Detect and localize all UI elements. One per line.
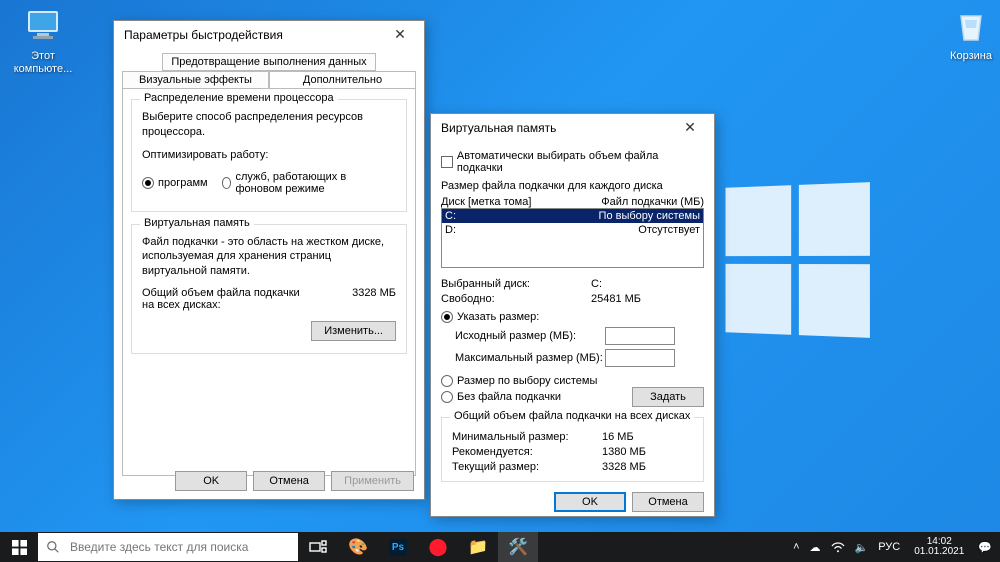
cpu-description: Выберите способ распределения ресурсов п… — [142, 110, 396, 140]
initial-size-input[interactable] — [605, 327, 675, 345]
group-legend: Виртуальная память — [140, 217, 254, 229]
windows-icon — [12, 540, 27, 555]
radio-background-services[interactable]: служб, работающих в фоновом режиме — [222, 171, 396, 195]
close-button[interactable]: ✕ — [380, 23, 420, 47]
selected-disk: C: — [591, 278, 602, 290]
close-button[interactable]: ✕ — [670, 116, 710, 140]
radio-system-managed[interactable]: Размер по выбору системы — [441, 375, 632, 387]
col-disk: Диск [метка тома] — [441, 196, 601, 208]
radio-programs[interactable]: программ — [142, 177, 208, 189]
titlebar[interactable]: Виртуальная память ✕ — [431, 114, 714, 142]
start-button[interactable] — [0, 532, 38, 562]
drive-list[interactable]: C: По выбору системы D: Отсутствует — [441, 208, 704, 268]
tray-volume-icon[interactable]: 🔈 — [855, 541, 869, 554]
vm-total-label: Общий объем файла подкачки на всех диска… — [142, 287, 312, 311]
system-tray: ˄ ☁ 🔈 РУС 14:02 01.01.2021 💬 — [785, 537, 1000, 558]
desktop-icon-label: Корзина — [934, 50, 1000, 63]
tray-chevron-up-icon[interactable]: ˄ — [793, 541, 799, 553]
cancel-button[interactable]: Отмена — [632, 492, 704, 512]
tray-language[interactable]: РУС — [878, 541, 900, 553]
group-legend: Общий объем файла подкачки на всех диска… — [450, 410, 694, 422]
checkbox-auto-pagefile[interactable]: Автоматически выбирать объем файла подка… — [441, 150, 704, 174]
drive-row[interactable]: D: Отсутствует — [442, 223, 703, 237]
ok-button[interactable]: OK — [175, 471, 247, 491]
free-space-label: Свободно: — [441, 293, 591, 305]
apply-button[interactable]: Применить — [331, 471, 414, 491]
cancel-button[interactable]: Отмена — [253, 471, 325, 491]
tray-notifications-icon[interactable]: 💬 — [978, 541, 992, 554]
list-label: Размер файла подкачки для каждого диска — [441, 180, 704, 192]
radio-icon — [142, 177, 154, 189]
drive-row[interactable]: C: По выбору системы — [442, 209, 703, 223]
app-photoshop[interactable]: Ps — [378, 532, 418, 562]
desktop-icon-label: Этот компьюте... — [6, 50, 80, 75]
dialog-virtual-memory: Виртуальная память ✕ Автоматически выбир… — [430, 113, 715, 517]
desktop-icon-recycle-bin[interactable]: Корзина — [934, 6, 1000, 63]
vm-description: Файл подкачки - это область на жестком д… — [142, 235, 396, 280]
windows-logo-bg — [726, 182, 870, 338]
vm-total-value: 3328 МБ — [352, 287, 396, 311]
change-button[interactable]: Изменить... — [311, 321, 396, 341]
tray-clock[interactable]: 14:02 01.01.2021 — [910, 537, 968, 558]
radio-icon — [222, 177, 232, 189]
recycle-bin-icon — [951, 6, 991, 46]
search-input[interactable] — [68, 539, 298, 555]
app-settings-active[interactable]: 🛠️ — [498, 532, 538, 562]
titlebar[interactable]: Параметры быстродействия ✕ — [114, 21, 424, 49]
pc-icon — [23, 6, 63, 46]
max-size-input[interactable] — [605, 349, 675, 367]
ok-button[interactable]: OK — [554, 492, 626, 512]
tab-advanced[interactable]: Дополнительно — [269, 71, 416, 89]
group-legend: Распределение времени процессора — [140, 92, 338, 104]
radio-icon — [441, 375, 453, 387]
radio-icon — [441, 311, 453, 323]
tab-visual-effects[interactable]: Визуальные эффекты — [122, 71, 269, 89]
radio-no-pagefile[interactable]: Без файла подкачки — [441, 391, 632, 403]
max-size-label: Максимальный размер (МБ): — [455, 352, 605, 364]
taskview-button[interactable] — [298, 532, 338, 562]
tray-onedrive-icon[interactable]: ☁ — [810, 541, 821, 554]
group-total-pagefile: Общий объем файла подкачки на всех диска… — [441, 417, 704, 482]
group-virtual-memory: Виртуальная память Файл подкачки - это о… — [131, 224, 407, 355]
desktop-icon-this-pc[interactable]: Этот компьюте... — [6, 6, 80, 75]
tab-dep[interactable]: Предотвращение выполнения данных — [162, 53, 375, 71]
set-button[interactable]: Задать — [632, 387, 704, 407]
tray-wifi-icon[interactable] — [831, 542, 845, 553]
free-space: 25481 МБ — [591, 293, 641, 305]
group-cpu-scheduling: Распределение времени процессора Выберит… — [131, 99, 407, 212]
taskbar-apps: 🎨 Ps ⬤ 📁 🛠️ — [298, 532, 538, 562]
search-box[interactable] — [38, 533, 298, 561]
search-icon — [46, 540, 60, 554]
app-opera[interactable]: ⬤ — [418, 532, 458, 562]
dialog-performance-options: Параметры быстродействия ✕ Предотвращени… — [113, 20, 425, 500]
radio-custom-size[interactable]: Указать размер: — [441, 311, 704, 323]
col-file: Файл подкачки (МБ) — [601, 196, 704, 208]
initial-size-label: Исходный размер (МБ): — [455, 330, 605, 342]
cpu-optimize-label: Оптимизировать работу: — [142, 148, 396, 163]
taskbar: 🎨 Ps ⬤ 📁 🛠️ ˄ ☁ 🔈 РУС 14:02 01.01.2021 💬 — [0, 532, 1000, 562]
checkbox-icon — [441, 156, 453, 168]
app-paint[interactable]: 🎨 — [338, 532, 378, 562]
app-explorer[interactable]: 📁 — [458, 532, 498, 562]
radio-icon — [441, 391, 453, 403]
dialog-title: Параметры быстродействия — [124, 28, 380, 42]
selected-disk-label: Выбранный диск: — [441, 278, 591, 290]
dialog-title: Виртуальная память — [441, 121, 670, 135]
